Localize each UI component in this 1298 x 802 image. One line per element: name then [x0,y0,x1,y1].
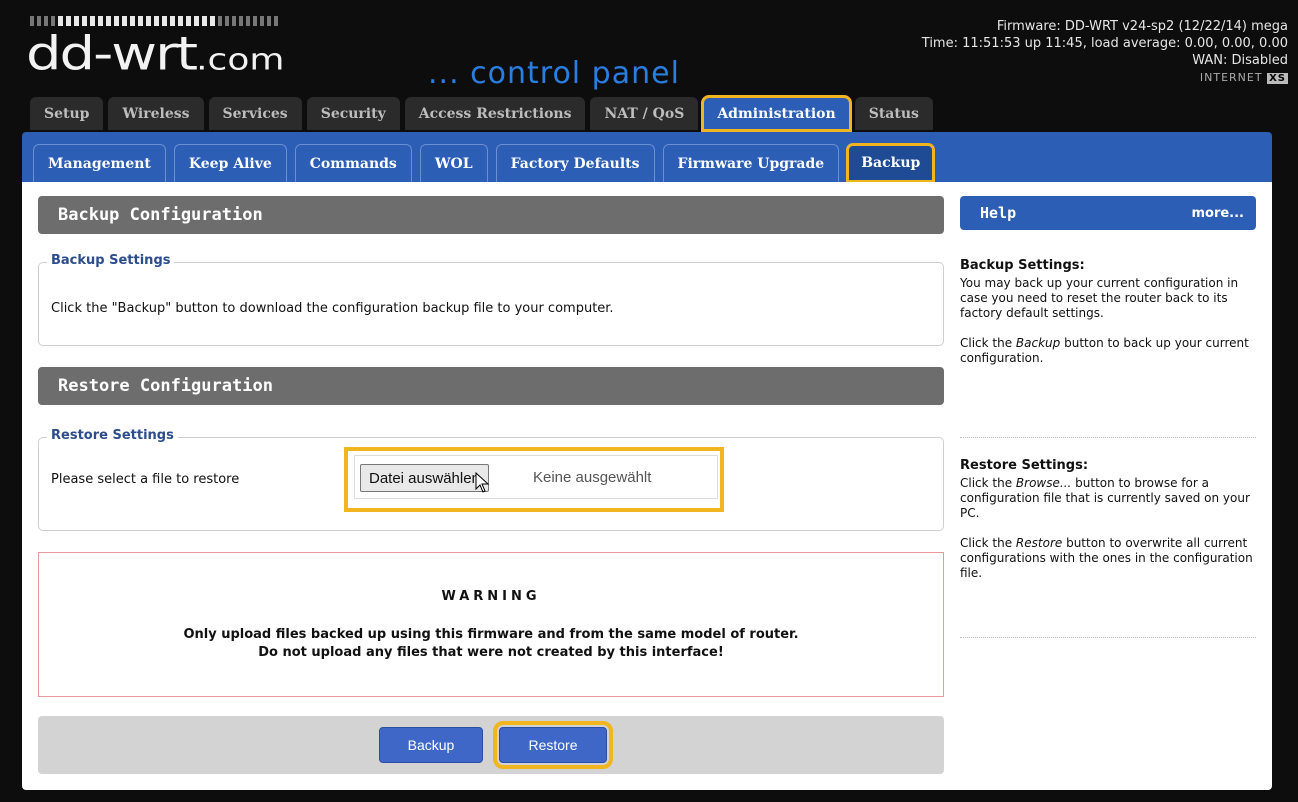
help-divider-1 [960,437,1256,438]
help-title: Help [980,204,1017,222]
tab-services[interactable]: Services [208,97,302,130]
help-backup-heading: Backup Settings: [960,258,1085,273]
restore-settings-legend: Restore Settings [47,428,178,443]
firmware-text: Firmware: DD-WRT v24-sp2 (12/22/14) mega [996,19,1288,34]
help-restore-section: Restore Settings: Click the Browse... bu… [960,458,1260,581]
mouse-cursor-icon [475,472,490,493]
file-input[interactable]: Datei auswählen Keine ausgewählt [354,455,718,499]
help-restore-text-1: Click the Browse... button to browse for… [960,476,1250,520]
logo-suffix: .com [196,43,285,78]
help-backup-section: Backup Settings: You may back up your cu… [960,258,1260,366]
help-header: Help more... [960,196,1256,230]
tagline: ... control panel [428,56,680,91]
backup-button[interactable]: Backup [379,727,483,763]
tab-setup[interactable]: Setup [30,97,104,130]
backup-settings-legend: Backup Settings [47,253,175,268]
tab-wireless[interactable]: Wireless [108,97,204,130]
help-divider-2 [960,637,1256,638]
logo-text: dd-wrt [26,27,198,82]
help-backup-text-1: You may back up your current configurati… [960,276,1239,320]
header: dd-wrt.com ... control panel Firmware: D… [0,0,1298,135]
restore-section-title: Restore Configuration [38,367,944,405]
content-panel: Backup Configuration Backup Settings Cli… [22,182,1272,790]
warning-line-2: Do not upload any files that were not cr… [258,645,724,660]
button-bar: Backup Restore [38,716,944,774]
tab-nat-qos[interactable]: NAT / QoS [590,97,699,130]
backup-section-title: Backup Configuration [38,196,944,234]
tab-administration[interactable]: Administration [701,95,852,132]
sub-tabs: Management Keep Alive Commands WOL Facto… [33,143,936,183]
subtab-management[interactable]: Management [33,144,166,182]
subtab-wol[interactable]: WOL [419,144,488,182]
wan-text: WAN: Disabled [1192,53,1288,68]
logo-stripes [30,16,278,26]
internet-badge: XS [1267,73,1288,84]
subtab-firmware-upgrade[interactable]: Firmware Upgrade [662,144,840,182]
subtab-commands[interactable]: Commands [294,144,412,182]
internet-label: INTERNET XS [922,69,1288,87]
subtab-keep-alive[interactable]: Keep Alive [173,144,287,182]
restore-file-label: Please select a file to restore [51,472,240,487]
internet-text: INTERNET [1199,71,1263,84]
logo[interactable]: dd-wrt.com [26,32,284,84]
warning-box: WARNING Only upload files backed up usin… [38,552,944,697]
main-tabs: Setup Wireless Services Security Access … [30,95,933,132]
restore-button[interactable]: Restore [493,721,613,769]
tab-status[interactable]: Status [854,97,933,130]
time-text: Time: 11:51:53 up 11:45, load average: 0… [921,36,1288,51]
warning-line-1: Only upload files backed up using this f… [183,627,799,642]
help-backup-text-2: Click the Backup button to back up your … [960,336,1249,365]
tab-security[interactable]: Security [306,97,400,130]
file-input-highlight: Datei auswählen Keine ausgewählt [344,447,724,512]
help-more-link[interactable]: more... [1191,206,1244,221]
subtab-backup[interactable]: Backup [846,143,936,183]
help-restore-heading: Restore Settings: [960,458,1089,473]
backup-settings-fieldset: Backup Settings Click the "Backup" butto… [38,253,944,346]
subtab-factory-defaults[interactable]: Factory Defaults [495,144,655,182]
warning-title: WARNING [441,589,541,604]
choose-file-button[interactable]: Datei auswählen [360,464,489,492]
help-restore-text-2: Click the Restore button to overwrite al… [960,536,1253,580]
tab-access-restrictions[interactable]: Access Restrictions [404,97,586,130]
backup-description: Click the "Backup" button to download th… [51,301,614,316]
status-info: Firmware: DD-WRT v24-sp2 (12/22/14) mega… [922,18,1288,87]
no-file-text: Keine ausgewählt [533,469,652,486]
